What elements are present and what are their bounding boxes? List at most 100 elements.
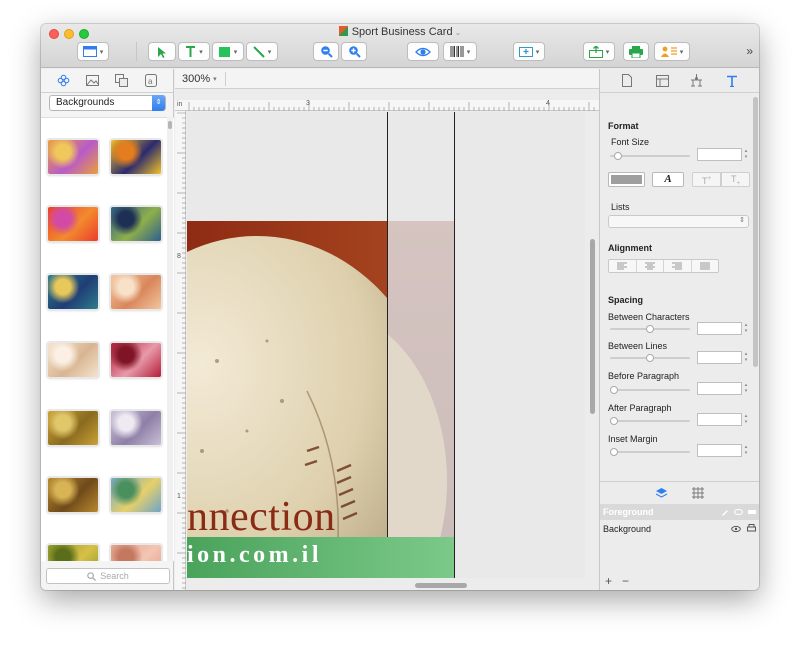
pencil-icon[interactable] [721, 508, 729, 516]
card-website-text[interactable]: ion.com.il [187, 543, 322, 567]
align-justify-button[interactable] [692, 260, 719, 272]
background-thumbnail[interactable] [111, 275, 161, 309]
slider-knob[interactable] [646, 325, 654, 333]
inspector-tab-arrange[interactable] [690, 74, 704, 88]
add-layer-button[interactable]: + [605, 574, 612, 588]
library-search-field[interactable]: Search [46, 568, 170, 584]
between-characters-field[interactable] [697, 322, 742, 335]
library-tab-text[interactable]: a [144, 74, 158, 88]
preview-button[interactable] [407, 42, 439, 61]
printer-icon[interactable] [748, 508, 756, 516]
document-canvas[interactable]: nnection ion.com.il [187, 112, 585, 578]
slider-knob[interactable] [614, 152, 622, 160]
category-dropdown-value: Backgrounds [56, 97, 115, 108]
background-thumbnail[interactable] [48, 140, 98, 174]
background-thumbnail[interactable] [48, 207, 98, 241]
shape-tool-button[interactable]: ▾ [212, 42, 244, 61]
align-right-button[interactable] [664, 260, 692, 272]
align-left-button[interactable] [609, 260, 637, 272]
contacts-button[interactable]: ▾ [654, 42, 690, 61]
slider-knob[interactable] [646, 354, 654, 362]
layout-guide-line[interactable] [454, 112, 455, 578]
library-tab-backgrounds[interactable] [57, 74, 71, 88]
background-thumbnail[interactable] [111, 207, 161, 241]
chevron-down-icon: ▾ [679, 48, 684, 56]
inspector-tab-layout[interactable] [655, 74, 669, 88]
photo-overlay-region[interactable] [387, 221, 454, 578]
inset-margin-slider[interactable] [610, 448, 690, 456]
font-size-stepper[interactable]: ▴ ▾ [743, 148, 749, 161]
scroll-knob[interactable] [168, 121, 172, 129]
background-thumbnail[interactable] [48, 275, 98, 309]
window-title: Sport Business Card ⌄ [41, 26, 759, 38]
canvas-horizontal-scrollbar[interactable] [415, 583, 467, 588]
after-paragraph-stepper[interactable]: ▴ ▾ [743, 413, 749, 426]
text-color-well[interactable] [608, 172, 645, 187]
inspector-tab-text[interactable] [725, 74, 739, 88]
between-characters-slider[interactable] [610, 325, 690, 333]
barcode-button[interactable]: ▾ [443, 42, 477, 61]
after-paragraph-label: After Paragraph [608, 403, 672, 413]
slider-knob[interactable] [610, 417, 618, 425]
between-lines-stepper[interactable]: ▴ ▾ [743, 351, 749, 364]
lists-popup[interactable]: ⇕ [608, 215, 749, 228]
font-size-field[interactable] [697, 148, 742, 161]
category-dropdown[interactable]: Backgrounds ⇕ [49, 95, 166, 111]
library-tab-images[interactable] [86, 74, 100, 88]
card-headline-text[interactable]: nnection [187, 496, 336, 538]
before-paragraph-slider[interactable] [610, 386, 690, 394]
inset-margin-field[interactable] [697, 444, 742, 457]
font-style-button[interactable]: A [652, 172, 684, 187]
background-thumbnail[interactable] [111, 545, 161, 561]
printer-icon[interactable] [747, 524, 756, 533]
library-tab-shapes[interactable] [115, 74, 129, 88]
library-scrollbar[interactable] [167, 117, 173, 561]
inset-margin-stepper[interactable]: ▴ ▾ [743, 444, 749, 457]
after-paragraph-field[interactable] [697, 413, 742, 426]
eye-icon[interactable] [731, 525, 741, 533]
between-characters-stepper[interactable]: ▴ ▾ [743, 322, 749, 335]
vertical-ruler[interactable]: 8 1 [175, 111, 186, 590]
background-thumbnail[interactable] [111, 411, 161, 445]
eye-icon[interactable] [734, 508, 743, 516]
layer-row-foreground[interactable]: Foreground [600, 504, 759, 520]
share-button[interactable]: ▾ [583, 42, 615, 61]
canvas-vertical-scrollbar[interactable] [590, 239, 595, 414]
select-tool-button[interactable] [148, 42, 176, 61]
after-paragraph-slider[interactable] [610, 417, 690, 425]
font-size-slider[interactable] [610, 152, 690, 160]
background-thumbnail[interactable] [48, 411, 98, 445]
slider-knob[interactable] [610, 448, 618, 456]
zoom-out-button[interactable] [313, 42, 339, 61]
slider-knob[interactable] [610, 386, 618, 394]
horizontal-ruler[interactable]: in 3 4 [175, 100, 599, 111]
toolbar-overflow-button[interactable]: » [746, 44, 753, 58]
zoom-level[interactable]: 300% [182, 73, 210, 85]
background-thumbnail[interactable] [48, 478, 98, 512]
text-tool-button[interactable]: ▾ [178, 42, 210, 61]
line-tool-button[interactable]: ▾ [246, 42, 278, 61]
before-paragraph-field[interactable] [697, 382, 742, 395]
background-thumbnail[interactable] [111, 478, 161, 512]
background-thumbnail[interactable] [48, 343, 98, 377]
view-button[interactable]: ▾ [77, 42, 109, 61]
insert-image-button[interactable]: ▾ [513, 42, 545, 61]
print-button[interactable] [623, 42, 649, 61]
superscript-button[interactable]: T+ [692, 172, 721, 187]
between-lines-field[interactable] [697, 351, 742, 364]
layer-row-background[interactable]: Background [600, 520, 759, 538]
background-thumbnail[interactable] [48, 545, 98, 561]
layout-guide-line[interactable] [387, 112, 388, 578]
background-thumbnail[interactable] [111, 343, 161, 377]
zoom-in-button[interactable] [341, 42, 367, 61]
background-thumbnail[interactable] [111, 140, 161, 174]
remove-layer-button[interactable]: − [622, 574, 629, 588]
inspector-tab-document[interactable] [620, 74, 634, 88]
layers-icon[interactable] [655, 487, 668, 499]
subscript-button[interactable]: T+ [721, 172, 750, 187]
align-center-button[interactable] [637, 260, 664, 272]
between-lines-slider[interactable] [610, 354, 690, 362]
inspector-scrollbar[interactable] [753, 97, 758, 367]
before-paragraph-stepper[interactable]: ▴ ▾ [743, 382, 749, 395]
grid-icon[interactable] [692, 487, 704, 499]
